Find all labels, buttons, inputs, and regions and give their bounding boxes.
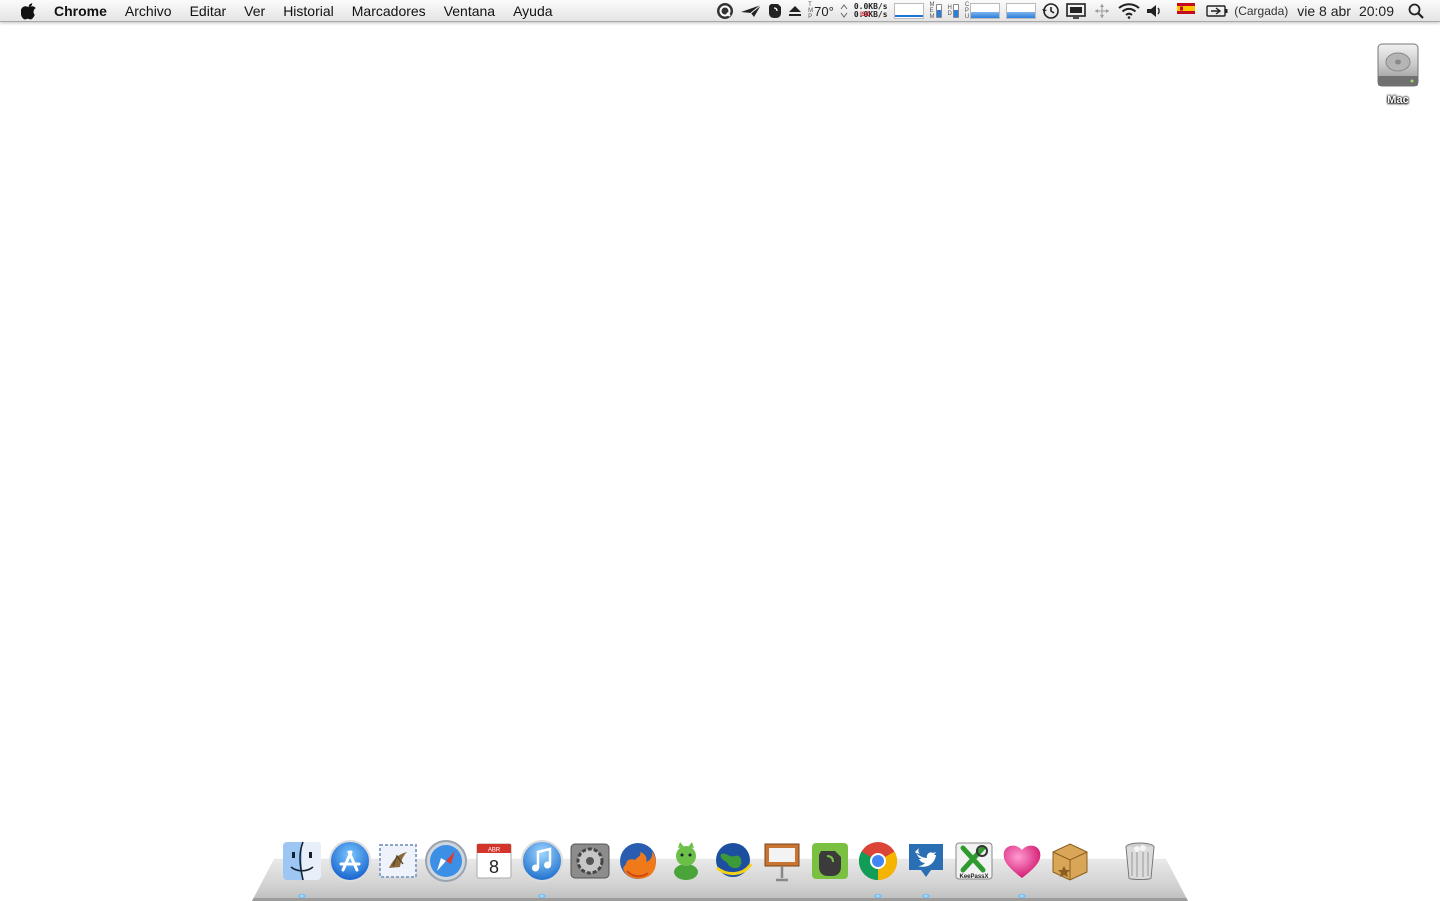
dock-item-package[interactable] — [1046, 834, 1094, 900]
temperature-value: 70° — [814, 3, 834, 19]
calendar-day: 8 — [489, 857, 499, 877]
dock-item-keepassx[interactable]: KeePassX — [950, 834, 998, 900]
calendar-month: ABR — [488, 848, 501, 854]
firefox-icon — [620, 843, 656, 879]
mail-icon — [379, 844, 417, 878]
heart-icon — [1003, 845, 1041, 878]
spotlight-search-icon[interactable] — [1408, 0, 1424, 22]
cpu-label: C P U — [964, 2, 970, 20]
evernote-menu-icon[interactable] — [768, 0, 782, 22]
dock-item-evernote[interactable] — [806, 834, 854, 900]
bluetooth-hidden-icon[interactable] — [1092, 0, 1112, 22]
display-mirroring-icon[interactable] — [1066, 0, 1087, 22]
finder-icon — [283, 841, 321, 881]
safari-icon — [425, 840, 467, 882]
volume-icon[interactable] — [1146, 0, 1164, 22]
battery-status-text[interactable]: (Cargada) — [1234, 0, 1288, 22]
time-machine-icon[interactable] — [1042, 0, 1060, 22]
network-graph-box — [893, 3, 924, 19]
running-indicator — [1018, 894, 1026, 898]
running-indicator — [538, 894, 546, 898]
keepassx-label: KeePassX — [959, 874, 988, 880]
memory-bar — [935, 4, 942, 18]
twitter-icon — [909, 844, 943, 877]
cpu-monitor[interactable]: C P U — [964, 0, 1001, 22]
input-source-flag-icon[interactable] — [1177, 0, 1196, 22]
clock-date: vie 8 abr — [1297, 3, 1351, 19]
chrome-icon — [858, 842, 898, 881]
paper-plane-icon[interactable] — [740, 0, 762, 22]
clock-time: 20:09 — [1358, 3, 1394, 19]
cpu-graph-2 — [1006, 3, 1037, 19]
calendar-icon: ABR 8 — [476, 843, 512, 879]
hard-drive-icon — [1375, 40, 1421, 90]
quicksilver-icon[interactable] — [716, 0, 734, 22]
disk-monitor[interactable]: H D — [948, 0, 959, 22]
dock-item-google-earth[interactable] — [710, 834, 758, 900]
dock-item-mail[interactable] — [374, 834, 422, 900]
dock-item-finder[interactable] — [278, 834, 326, 900]
google-earth-icon — [716, 843, 753, 877]
net-download-rate: 0.0KB/s — [853, 10, 888, 19]
cpu-graph-2-item[interactable] — [1006, 0, 1037, 22]
hd-label: H D — [947, 5, 952, 17]
wifi-icon[interactable] — [1118, 0, 1140, 22]
memory-monitor[interactable]: M E M — [930, 0, 942, 22]
stepper-arrows-icon[interactable] — [840, 0, 848, 22]
dock-item-trash[interactable] — [1116, 834, 1164, 900]
menu-bar: Chrome Archivo Editar Ver Historial Marc… — [0, 0, 1440, 22]
mem-label: M E M — [929, 2, 935, 20]
dock-item-app-store[interactable] — [326, 834, 374, 900]
menu-marcadores[interactable]: Marcadores — [343, 0, 435, 22]
network-monitor[interactable]: 0.0KB/s 0.0KB/s — [854, 0, 888, 22]
apple-menu-icon[interactable] — [16, 0, 42, 22]
dock-item-firefox[interactable] — [614, 834, 662, 900]
menu-ayuda[interactable]: Ayuda — [504, 0, 561, 22]
battery-icon[interactable] — [1206, 0, 1228, 22]
system-preferences-icon — [570, 843, 610, 879]
network-graph[interactable] — [893, 0, 924, 22]
dock: ABR 8 KeePassX — [278, 834, 1164, 900]
app-menu[interactable]: Chrome — [42, 0, 116, 22]
desktop-volume-label: Mac — [1387, 94, 1409, 106]
input-source-label: ISO — [860, 12, 871, 18]
dock-item-itunes[interactable] — [518, 834, 566, 900]
dock-item-twitter[interactable] — [902, 834, 950, 900]
clock[interactable]: vie 8 abr 20:09 — [1297, 0, 1394, 22]
cpu-graph-1 — [970, 3, 1001, 19]
running-indicator — [922, 894, 930, 898]
dock-item-keynote[interactable] — [758, 834, 806, 900]
dock-separator — [1094, 834, 1116, 900]
dock-item-system-preferences[interactable] — [566, 834, 614, 900]
running-indicator — [298, 894, 306, 898]
menu-ventana[interactable]: Ventana — [435, 0, 504, 22]
keynote-icon — [764, 843, 800, 882]
temperature-monitor[interactable]: T M P 70° — [808, 0, 834, 22]
disk-bar — [952, 4, 959, 18]
desktop-volume-mac[interactable]: Mac — [1370, 40, 1426, 106]
tmp-label: T M P — [808, 2, 814, 20]
dock-item-safari[interactable] — [422, 834, 470, 900]
adium-icon — [674, 842, 698, 880]
menu-ver[interactable]: Ver — [235, 0, 274, 22]
menu-historial[interactable]: Historial — [274, 0, 343, 22]
dock-item-chrome[interactable] — [854, 834, 902, 900]
itunes-icon — [521, 840, 563, 882]
eject-icon[interactable] — [788, 0, 802, 22]
menu-archivo[interactable]: Archivo — [116, 0, 181, 22]
running-indicator — [874, 894, 882, 898]
evernote-icon — [812, 843, 848, 879]
package-icon — [1052, 843, 1088, 881]
trash-icon — [1125, 842, 1155, 880]
dock-item-heart-app[interactable] — [998, 834, 1046, 900]
dock-item-adium[interactable] — [662, 834, 710, 900]
dock-item-ical[interactable]: ABR 8 — [470, 834, 518, 900]
menu-editar[interactable]: Editar — [181, 0, 236, 22]
keepassx-icon: KeePassX — [955, 842, 993, 880]
appstore-icon — [329, 840, 371, 882]
